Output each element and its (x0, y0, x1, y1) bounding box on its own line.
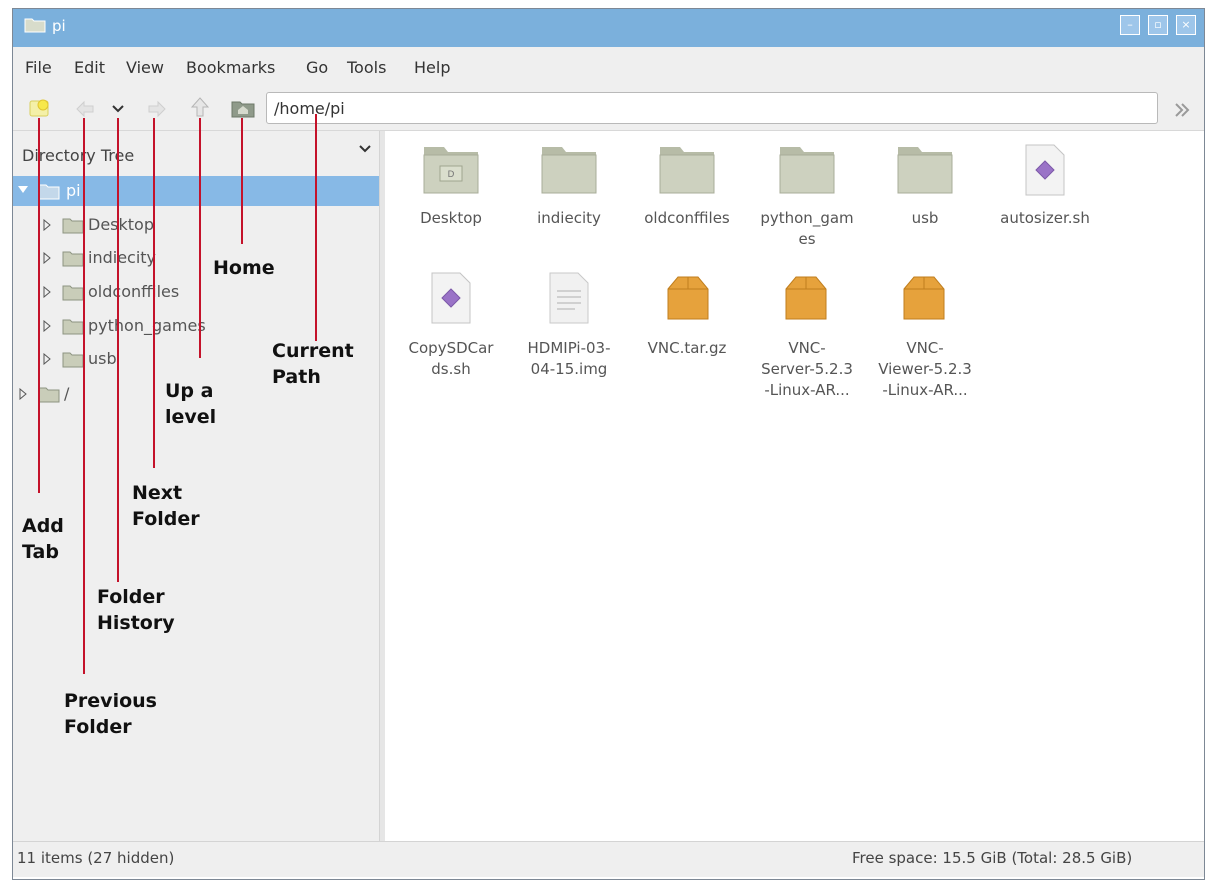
menu-tools[interactable]: Tools (347, 58, 386, 77)
tree-item-oldconffiles[interactable]: oldconffiles (88, 282, 179, 301)
folder-history-callout: Folder History (97, 586, 175, 634)
menu-file[interactable]: File (25, 58, 52, 77)
minimize-button[interactable]: – (1120, 15, 1140, 35)
menu-edit[interactable]: Edit (74, 58, 105, 77)
chevron-down-icon[interactable] (358, 142, 372, 156)
file-label[interactable]: HDMIPi-03- 04-15.img (510, 338, 628, 380)
folder-icon (62, 319, 84, 335)
home-leader-line (241, 118, 243, 244)
svg-text:D: D (448, 170, 455, 180)
file-label[interactable]: VNC- Viewer-5.2.3 -Linux-AR... (866, 338, 984, 401)
file-label[interactable]: python_gam es (748, 208, 866, 250)
go-icon[interactable] (1170, 98, 1194, 122)
new-tab-icon[interactable] (28, 96, 52, 120)
home-callout: Home (213, 257, 275, 279)
forward-icon[interactable] (146, 98, 168, 120)
archive-icon[interactable] (782, 273, 830, 323)
home-icon[interactable] (230, 96, 256, 120)
expand-arrow-icon[interactable] (42, 252, 52, 264)
archive-icon[interactable] (900, 273, 948, 323)
status-item-count: 11 items (27 hidden) (17, 849, 175, 867)
desktop-folder-icon (62, 218, 84, 234)
path-input[interactable] (266, 92, 1158, 124)
close-button[interactable]: × (1176, 15, 1196, 35)
menu-go[interactable]: Go (306, 58, 328, 77)
next-folder-callout: Next Folder (132, 482, 200, 530)
current-path-text[interactable]: /home/pi (274, 99, 345, 118)
status-free-space: Free space: 15.5 GiB (Total: 28.5 GiB) (852, 849, 1133, 867)
folder-icon[interactable] (778, 145, 836, 195)
maximize-button[interactable]: ▫ (1148, 15, 1168, 35)
title-bar[interactable] (13, 9, 1204, 47)
current-path-leader-line (315, 114, 317, 341)
expand-arrow-icon[interactable] (42, 320, 52, 332)
window-title: pi (52, 17, 66, 35)
file-label[interactable]: VNC.tar.gz (628, 338, 746, 359)
up-level-icon[interactable] (188, 96, 212, 120)
folder-icon[interactable] (540, 145, 598, 195)
folder-history-leader-line (117, 118, 119, 582)
tree-item-usb[interactable]: usb (88, 349, 117, 368)
drive-folder-icon (38, 387, 60, 403)
file-label[interactable]: VNC- Server-5.2.3 -Linux-AR... (748, 338, 866, 401)
next-folder-leader-line (153, 118, 155, 468)
back-icon[interactable] (74, 98, 96, 120)
expand-arrow-icon[interactable] (18, 388, 28, 400)
script-file-icon[interactable] (428, 271, 474, 325)
menu-help[interactable]: Help (414, 58, 450, 77)
folder-icon (62, 352, 84, 368)
home-folder-icon (38, 184, 60, 200)
folder-icon (62, 285, 84, 301)
archive-icon[interactable] (664, 273, 712, 323)
add-tab-leader-line (38, 118, 40, 493)
file-label[interactable]: autosizer.sh (986, 208, 1104, 229)
desktop-folder-icon[interactable]: D (422, 145, 480, 195)
file-label[interactable]: indiecity (510, 208, 628, 229)
expand-arrow-icon[interactable] (42, 219, 52, 231)
file-label[interactable]: usb (866, 208, 984, 229)
file-label[interactable]: CopySDCar ds.sh (392, 338, 510, 380)
tree-item-indiecity[interactable]: indiecity (88, 248, 156, 267)
folder-icon[interactable] (658, 145, 716, 195)
history-dropdown-icon[interactable] (111, 103, 125, 115)
previous-folder-callout: Previous Folder (64, 690, 157, 738)
file-label[interactable]: oldconffiles (628, 208, 746, 229)
menu-bookmarks[interactable]: Bookmarks (186, 58, 275, 77)
current-path-callout: Current Path (272, 340, 354, 388)
previous-folder-leader-line (83, 118, 85, 674)
up-level-leader-line (199, 118, 201, 358)
script-file-icon[interactable] (1022, 143, 1068, 197)
up-level-callout: Up a level (165, 380, 217, 428)
text-file-icon[interactable] (546, 271, 592, 325)
tree-item-root[interactable]: / (64, 384, 69, 403)
add-tab-callout: Add Tab (22, 515, 64, 563)
expand-arrow-icon[interactable] (42, 286, 52, 298)
tree-item-pi[interactable]: pi (66, 181, 81, 200)
folder-icon[interactable] (896, 145, 954, 195)
tree-item-desktop[interactable]: Desktop (88, 215, 154, 234)
collapse-arrow-icon[interactable] (17, 184, 29, 196)
folder-icon (62, 251, 84, 267)
file-label[interactable]: Desktop (392, 208, 510, 229)
tree-item-python-games[interactable]: python_games (88, 316, 206, 335)
folder-icon (24, 18, 46, 33)
menu-view[interactable]: View (126, 58, 164, 77)
expand-arrow-icon[interactable] (42, 353, 52, 365)
